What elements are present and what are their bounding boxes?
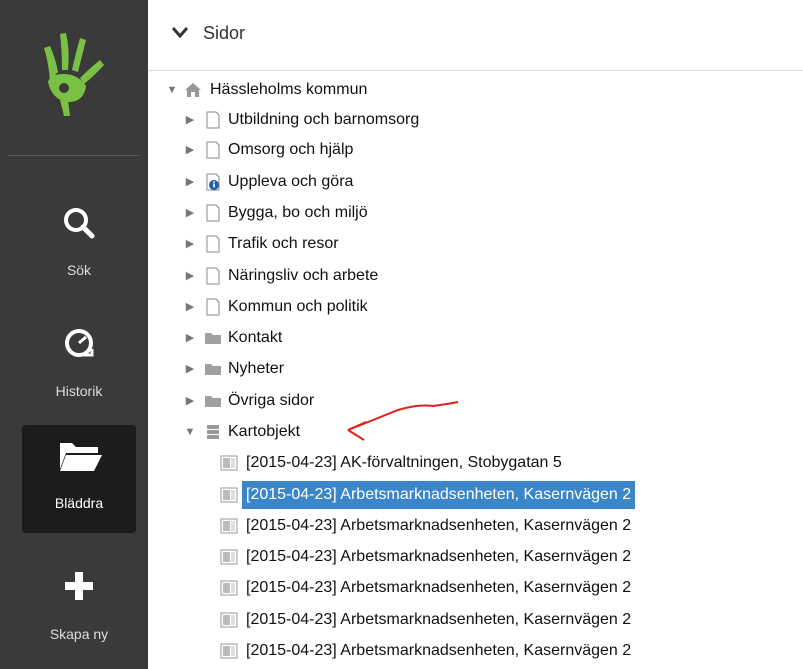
nav-create-button[interactable]: Skapa ny (22, 556, 136, 664)
collapsed-arrow-icon[interactable]: ▶ (184, 230, 196, 258)
tree-item-label: Näringsliv och arbete (228, 267, 379, 284)
plus-icon (22, 566, 136, 606)
collapsed-arrow-icon[interactable]: ▶ (184, 293, 196, 321)
tree-item-label: Uppleva och göra (228, 173, 354, 190)
folder-icon (204, 329, 222, 347)
annotation-arrow (347, 401, 459, 441)
collapsed-arrow-icon[interactable]: ▶ (184, 168, 196, 196)
map-object-icon (220, 486, 238, 504)
expanded-arrow-icon[interactable]: ▼ (184, 418, 196, 446)
collapsed-arrow-icon[interactable]: ▶ (184, 106, 196, 134)
tree-item-label: Trafik och resor (228, 235, 339, 252)
collapsed-arrow-icon[interactable]: ▶ (184, 136, 196, 164)
page-icon (204, 111, 222, 129)
map-object-label: [2015-04-23] AK-förvaltningen, Stobygata… (246, 454, 562, 471)
tree-item-label: Övriga sidor (228, 392, 315, 409)
collapsed-arrow-icon[interactable]: ▶ (184, 387, 196, 415)
nav-create-label: Skapa ny (49, 626, 109, 642)
page-icon (204, 204, 222, 222)
panel-header[interactable]: Sidor (148, 0, 803, 71)
map-object-icon (220, 642, 238, 660)
map-object-icon (220, 517, 238, 535)
folder-icon (204, 392, 222, 410)
nav-search-button[interactable]: Sök (22, 192, 136, 300)
map-object-label: [2015-04-23] Arbetsmarknadsenheten, Kase… (246, 548, 632, 565)
main-panel: Sidor ▼ Hässleholms kommun ▶ Utbildning … (148, 0, 803, 669)
tree-item-label: Kommun och politik (228, 298, 368, 315)
map-object-label: [2015-04-23] Arbetsmarknadsenheten, Kase… (246, 517, 632, 534)
map-object-label: [2015-04-23] Arbetsmarknadsenheten, Kase… (246, 642, 632, 659)
page-icon (204, 141, 222, 159)
tree-item-label: Omsorg och hjälp (228, 141, 354, 158)
map-object-label: [2015-04-23] Arbetsmarknadsenheten, Kase… (246, 579, 632, 596)
tree-item-label: Bygga, bo och miljö (228, 204, 368, 221)
nav-history-button[interactable]: Historik (22, 313, 136, 421)
folder-open-icon (22, 435, 136, 475)
search-icon (22, 202, 136, 242)
nav-browse-button[interactable]: Bläddra (22, 425, 136, 533)
collapsed-arrow-icon[interactable]: ▶ (184, 262, 196, 290)
left-sidebar: Sök Historik Bläddra Skapa ny (0, 0, 148, 669)
tree-item-label: Kartobjekt (228, 423, 301, 440)
tree-item-label: Utbildning och barnomsorg (228, 111, 420, 128)
expanded-arrow-icon[interactable]: ▼ (166, 76, 178, 104)
collapsed-arrow-icon[interactable]: ▶ (184, 324, 196, 352)
tree-item-label: Nyheter (228, 360, 285, 377)
panel-title: Sidor (203, 23, 246, 43)
map-object-label: [2015-04-23] Arbetsmarknadsenheten, Kase… (246, 611, 632, 628)
sidebar-divider (8, 155, 140, 156)
page-icon (204, 298, 222, 316)
nav-history-label: Historik (55, 383, 103, 399)
map-object-icon (220, 454, 238, 472)
map-object-icon (220, 579, 238, 597)
collapsed-arrow-icon[interactable]: ▶ (184, 199, 196, 227)
history-icon (22, 323, 136, 363)
chevron-down-icon[interactable] (172, 26, 188, 38)
page-icon (204, 235, 222, 253)
database-icon (204, 423, 222, 441)
tree-item-label: Kontakt (228, 329, 283, 346)
hand-logo-icon (30, 20, 120, 120)
collapsed-arrow-icon[interactable]: ▶ (184, 355, 196, 383)
nav-browse-label: Bläddra (54, 495, 104, 511)
page-info-icon (204, 173, 222, 191)
page-icon (204, 267, 222, 285)
folder-icon (204, 360, 222, 378)
map-object-icon (220, 548, 238, 566)
map-object-icon (220, 611, 238, 629)
tree-root-label: Hässleholms kommun (210, 81, 368, 98)
nav-search-label: Sök (66, 262, 92, 278)
home-icon (184, 81, 202, 99)
map-object-label: [2015-04-23] Arbetsmarknadsenheten, Kase… (242, 481, 636, 509)
